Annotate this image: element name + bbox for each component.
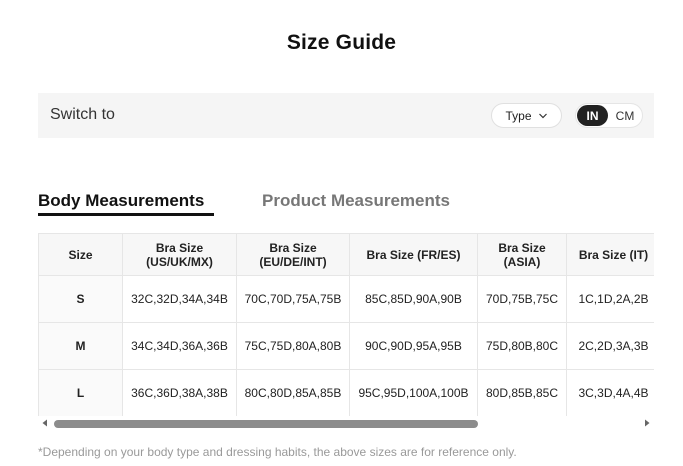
triangle-right-icon[interactable] — [642, 418, 652, 428]
page-title: Size Guide — [286, 31, 397, 54]
tab-product-measurements[interactable]: Product Measurements — [262, 191, 450, 211]
table-cell: 1C,1D,2A,2B — [566, 275, 654, 323]
size-table: Size Bra Size (US/UK/MX) Bra Size (EU/DE/I… — [38, 233, 654, 416]
unit-switch-bar: Switch to Type IN CM — [38, 93, 654, 138]
unit-toggle: IN CM — [575, 103, 643, 128]
table-row: S 32C,32D,34A,34B 70C,70D,75A,75B 85C,85… — [38, 275, 654, 323]
unit-in-button[interactable]: IN — [577, 105, 608, 126]
header-size: Size — [38, 233, 123, 276]
table-cell: 75D,80B,80C — [477, 322, 567, 370]
header-bra-asia: Bra Size (ASIA) — [477, 233, 567, 276]
scrollbar-thumb[interactable] — [54, 420, 478, 428]
header-bra-it: Bra Size (IT) — [566, 233, 654, 276]
scrollbar-track[interactable] — [54, 420, 638, 428]
type-dropdown-button[interactable]: Type — [491, 103, 562, 128]
footnote: *Depending on your body type and dressin… — [38, 445, 517, 459]
table-cell: 3C,3D,4A,4B — [566, 369, 654, 416]
horizontal-scrollbar[interactable] — [38, 416, 654, 430]
unit-cm-button[interactable]: CM — [610, 105, 640, 126]
table-cell: 70C,70D,75A,75B — [236, 275, 350, 323]
chevron-down-icon — [538, 113, 547, 118]
tab-body-measurements[interactable]: Body Measurements — [38, 191, 204, 211]
header-bra-eu-de-int: Bra Size (EU/DE/INT) — [236, 233, 350, 276]
table-cell: 70D,75B,75C — [477, 275, 567, 323]
table-cell: 2C,2D,3A,3B — [566, 322, 654, 370]
size-cell: M — [38, 322, 123, 370]
triangle-left-icon[interactable] — [40, 418, 50, 428]
table-cell: 90C,90D,95A,95B — [349, 322, 478, 370]
type-dropdown-label: Type — [505, 108, 532, 123]
table-cell: 36C,36D,38A,38B — [122, 369, 237, 416]
switch-label: Switch to — [50, 106, 115, 123]
header-bra-fr-es: Bra Size (FR/ES) — [349, 233, 478, 276]
header-bra-us-uk-mx: Bra Size (US/UK/MX) — [122, 233, 237, 276]
size-cell: S — [38, 275, 123, 323]
table-header-row: Size Bra Size (US/UK/MX) Bra Size (EU/DE/I… — [38, 233, 654, 276]
table-cell: 80C,80D,85A,85B — [236, 369, 350, 416]
size-table-container: Size Bra Size (US/UK/MX) Bra Size (EU/DE/I… — [38, 233, 654, 416]
table-cell: 34C,34D,36A,36B — [122, 322, 237, 370]
table-cell: 75C,75D,80A,80B — [236, 322, 350, 370]
active-tab-indicator — [38, 213, 214, 216]
table-cell: 85C,85D,90A,90B — [349, 275, 478, 323]
size-cell: L — [38, 369, 123, 416]
table-row: L 36C,36D,38A,38B 80C,80D,85A,85B 95C,95… — [38, 369, 654, 416]
table-cell: 95C,95D,100A,100B — [349, 369, 478, 416]
table-cell: 32C,32D,34A,34B — [122, 275, 237, 323]
table-row: M 34C,34D,36A,36B 75C,75D,80A,80B 90C,90… — [38, 322, 654, 370]
table-cell: 80D,85B,85C — [477, 369, 567, 416]
